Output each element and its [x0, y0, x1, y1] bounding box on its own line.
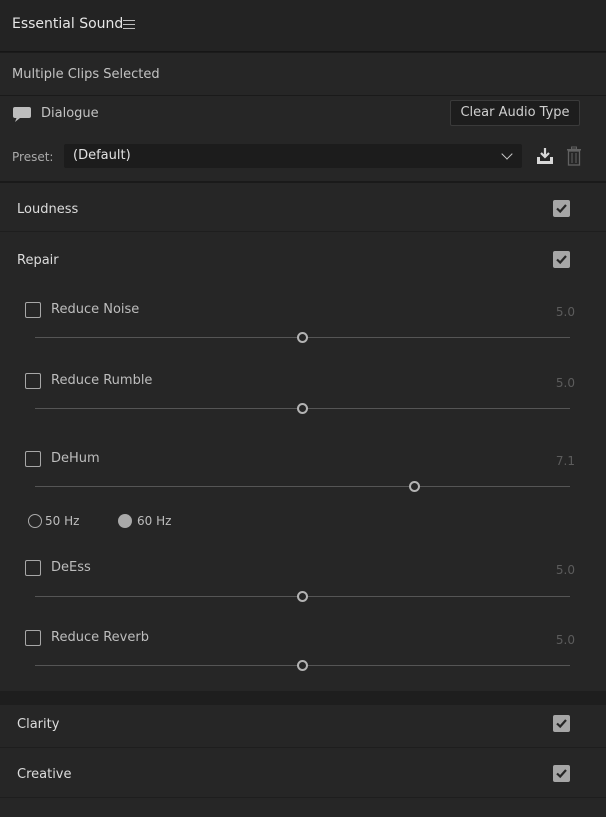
- 50hz-label: 50 Hz: [45, 514, 80, 528]
- loudness-section-title[interactable]: Loudness: [17, 202, 78, 217]
- dehum-slider-track[interactable]: [35, 486, 570, 487]
- divider: [0, 797, 606, 798]
- clear-audio-type-button[interactable]: Clear Audio Type: [450, 100, 580, 126]
- chevron-down-icon: [501, 148, 513, 160]
- deess-slider-thumb[interactable]: [297, 590, 308, 602]
- 60hz-label: 60 Hz: [137, 514, 172, 528]
- divider: [0, 231, 606, 232]
- divider: [0, 691, 606, 705]
- reduce-noise-checkbox[interactable]: [25, 302, 41, 318]
- reduce-noise-label: Reduce Noise: [51, 302, 140, 317]
- panel-header: Essential Sound: [0, 0, 606, 52]
- repair-checkbox[interactable]: [553, 251, 570, 268]
- reduce-rumble-checkbox[interactable]: [25, 373, 41, 389]
- creative-section-title[interactable]: Creative: [17, 767, 72, 782]
- divider: [0, 747, 606, 748]
- deess-checkbox[interactable]: [25, 560, 41, 576]
- 60hz-radio[interactable]: [118, 514, 132, 528]
- preset-dropdown[interactable]: (Default): [64, 144, 522, 168]
- clarity-checkbox[interactable]: [553, 715, 570, 732]
- clarity-section-title[interactable]: Clarity: [17, 717, 59, 732]
- clips-status: Multiple Clips Selected: [12, 67, 160, 82]
- reduce-reverb-checkbox[interactable]: [25, 630, 41, 646]
- audio-type-label: Dialogue: [41, 106, 99, 121]
- reduce-reverb-label: Reduce Reverb: [51, 630, 149, 645]
- creative-checkbox[interactable]: [553, 765, 570, 782]
- reduce-reverb-slider-thumb[interactable]: [297, 659, 308, 671]
- 50hz-radio[interactable]: [28, 514, 42, 528]
- reduce-rumble-label: Reduce Rumble: [51, 373, 153, 388]
- essential-sound-panel: Multiple Clips Selected Dialogue Clear A…: [0, 53, 606, 817]
- dehum-slider-thumb[interactable]: [409, 480, 421, 492]
- repair-section-title[interactable]: Repair: [17, 253, 59, 268]
- reduce-noise-slider-thumb[interactable]: [297, 331, 308, 343]
- reduce-reverb-value: 5.0: [555, 633, 575, 647]
- reduce-rumble-value: 5.0: [555, 376, 575, 390]
- reduce-noise-value: 5.0: [555, 305, 575, 319]
- loudness-checkbox[interactable]: [553, 200, 570, 217]
- panel-title: Essential Sound: [12, 16, 124, 32]
- dehum-label: DeHum: [51, 451, 100, 466]
- hamburger-menu-icon[interactable]: [123, 20, 135, 30]
- preset-label: Preset:: [12, 150, 54, 164]
- divider: [0, 181, 606, 183]
- divider: [0, 95, 606, 96]
- speech-bubble-icon: [12, 106, 32, 124]
- reduce-rumble-slider-thumb[interactable]: [297, 402, 308, 414]
- dehum-value: 7.1: [555, 454, 575, 468]
- save-preset-icon[interactable]: [535, 146, 555, 166]
- deess-value: 5.0: [555, 563, 575, 577]
- dehum-checkbox[interactable]: [25, 451, 41, 467]
- trash-icon[interactable]: [566, 146, 582, 166]
- preset-value: (Default): [73, 148, 131, 163]
- deess-label: DeEss: [51, 560, 91, 575]
